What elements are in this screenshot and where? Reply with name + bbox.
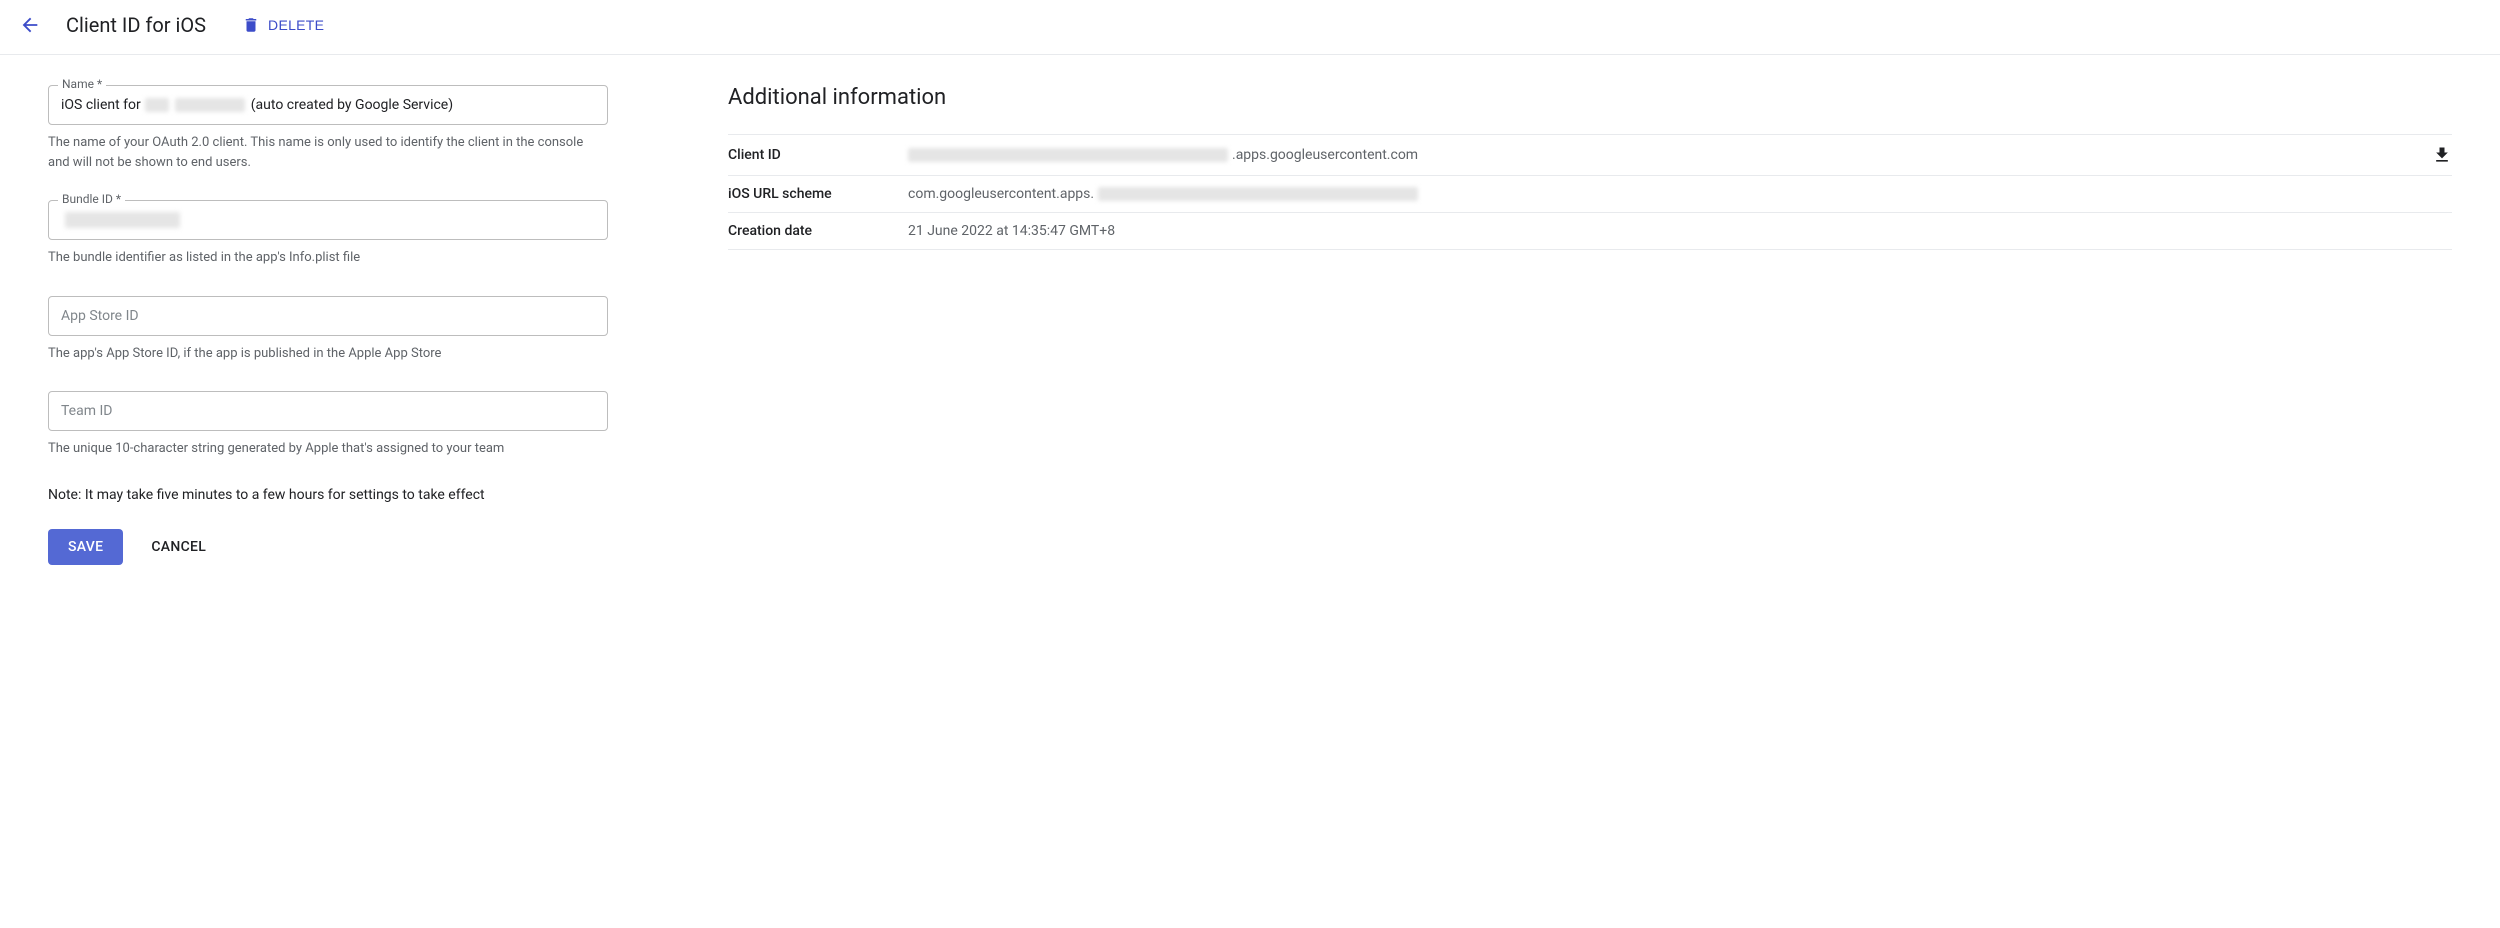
trash-icon (242, 16, 260, 34)
button-row: SAVE CANCEL (48, 529, 608, 565)
bundle-help-text: The bundle identifier as listed in the a… (48, 248, 608, 268)
url-scheme-row: iOS URL scheme com.googleusercontent.app… (728, 175, 2452, 212)
info-section-title: Additional information (728, 85, 2452, 110)
save-button[interactable]: SAVE (48, 529, 123, 565)
page-header: Client ID for iOS DELETE (0, 0, 2500, 55)
bundle-input[interactable] (48, 200, 608, 240)
name-field-group: Name * iOS client for (auto created by G… (48, 85, 608, 172)
cancel-button[interactable]: CANCEL (143, 529, 214, 565)
name-help-text: The name of your OAuth 2.0 client. This … (48, 133, 608, 172)
redacted-text (145, 98, 169, 112)
redacted-text (65, 212, 180, 228)
client-id-label: Client ID (728, 147, 908, 163)
redacted-text (908, 148, 1228, 162)
team-input[interactable] (48, 391, 608, 431)
info-column: Additional information Client ID .apps.g… (728, 85, 2452, 250)
url-scheme-label: iOS URL scheme (728, 186, 908, 202)
page-title: Client ID for iOS (66, 13, 206, 37)
name-suffix: (auto created by Google Service) (251, 97, 453, 113)
team-field-group: The unique 10-character string generated… (48, 391, 608, 459)
creation-date-row: Creation date 21 June 2022 at 14:35:47 G… (728, 212, 2452, 250)
form-column: Name * iOS client for (auto created by G… (48, 85, 608, 565)
back-arrow-icon[interactable] (18, 13, 42, 37)
appstore-help-text: The app's App Store ID, if the app is pu… (48, 344, 608, 364)
name-label: Name * (58, 77, 106, 91)
client-id-value: .apps.googleusercontent.com (908, 145, 2452, 165)
name-input[interactable]: iOS client for (auto created by Google S… (48, 85, 608, 125)
delete-label: DELETE (268, 17, 324, 33)
name-prefix: iOS client for (61, 97, 141, 113)
appstore-field-group: The app's App Store ID, if the app is pu… (48, 296, 608, 364)
creation-date-value: 21 June 2022 at 14:35:47 GMT+8 (908, 223, 2452, 239)
url-scheme-value: com.googleusercontent.apps. (908, 186, 2452, 202)
download-icon[interactable] (2432, 145, 2452, 165)
info-table: Client ID .apps.googleusercontent.com iO… (728, 134, 2452, 250)
team-help-text: The unique 10-character string generated… (48, 439, 608, 459)
note-text: Note: It may take five minutes to a few … (48, 487, 608, 503)
redacted-text (1098, 187, 1418, 201)
appstore-input[interactable] (48, 296, 608, 336)
delete-button[interactable]: DELETE (234, 10, 332, 40)
bundle-label: Bundle ID * (58, 192, 125, 206)
bundle-field-group: Bundle ID * The bundle identifier as lis… (48, 200, 608, 268)
client-id-row: Client ID .apps.googleusercontent.com (728, 134, 2452, 175)
redacted-text (175, 98, 245, 112)
creation-date-label: Creation date (728, 223, 908, 239)
